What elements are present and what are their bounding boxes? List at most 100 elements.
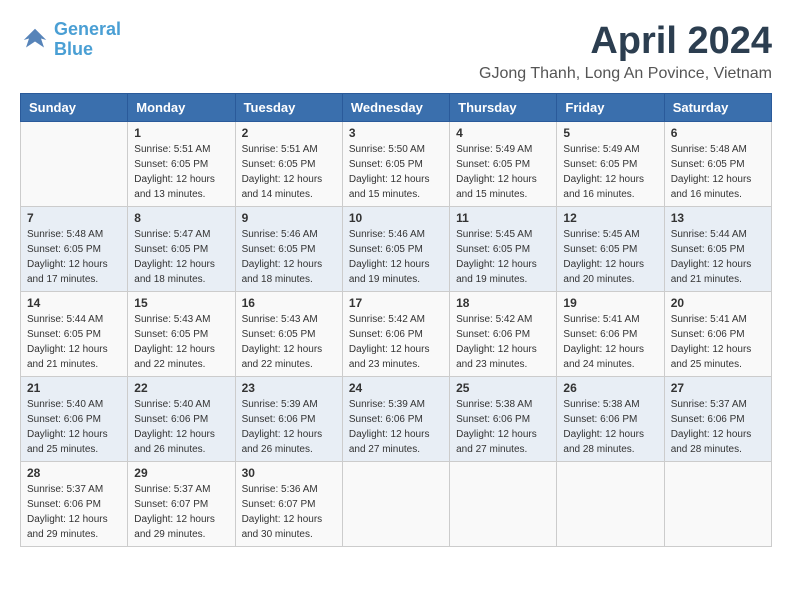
sunrise-text: Sunrise: 5:40 AM xyxy=(27,399,103,410)
sunset-text: Sunset: 6:06 PM xyxy=(242,414,316,425)
day-info: Sunrise: 5:43 AM Sunset: 6:05 PM Dayligh… xyxy=(134,312,228,372)
sunrise-text: Sunrise: 5:44 AM xyxy=(27,314,103,325)
sunset-text: Sunset: 6:05 PM xyxy=(563,159,637,170)
sunrise-text: Sunrise: 5:43 AM xyxy=(242,314,318,325)
day-number: 7 xyxy=(27,211,121,225)
calendar-cell: 22 Sunrise: 5:40 AM Sunset: 6:06 PM Dayl… xyxy=(128,377,235,462)
daylight-text: Daylight: 12 hours and 23 minutes. xyxy=(349,344,430,370)
sunrise-text: Sunrise: 5:48 AM xyxy=(671,144,747,155)
daylight-text: Daylight: 12 hours and 15 minutes. xyxy=(349,174,430,200)
sunrise-text: Sunrise: 5:51 AM xyxy=(134,144,210,155)
sunset-text: Sunset: 6:05 PM xyxy=(671,159,745,170)
calendar-cell: 26 Sunrise: 5:38 AM Sunset: 6:06 PM Dayl… xyxy=(557,377,664,462)
day-number: 28 xyxy=(27,466,121,480)
day-number: 23 xyxy=(242,381,336,395)
sunset-text: Sunset: 6:06 PM xyxy=(563,329,637,340)
sunset-text: Sunset: 6:06 PM xyxy=(27,499,101,510)
daylight-text: Daylight: 12 hours and 29 minutes. xyxy=(134,514,215,540)
calendar-cell: 16 Sunrise: 5:43 AM Sunset: 6:05 PM Dayl… xyxy=(235,292,342,377)
sunrise-text: Sunrise: 5:47 AM xyxy=(134,229,210,240)
day-number: 17 xyxy=(349,296,443,310)
day-number: 6 xyxy=(671,126,765,140)
calendar-cell xyxy=(664,462,771,547)
logo-blue: Blue xyxy=(54,39,93,59)
day-number: 19 xyxy=(563,296,657,310)
day-info: Sunrise: 5:50 AM Sunset: 6:05 PM Dayligh… xyxy=(349,142,443,202)
day-number: 13 xyxy=(671,211,765,225)
sunset-text: Sunset: 6:06 PM xyxy=(671,329,745,340)
day-info: Sunrise: 5:42 AM Sunset: 6:06 PM Dayligh… xyxy=(349,312,443,372)
sunrise-text: Sunrise: 5:41 AM xyxy=(563,314,639,325)
daylight-text: Daylight: 12 hours and 25 minutes. xyxy=(671,344,752,370)
calendar-cell: 3 Sunrise: 5:50 AM Sunset: 6:05 PM Dayli… xyxy=(342,122,449,207)
header-friday: Friday xyxy=(557,94,664,122)
day-info: Sunrise: 5:37 AM Sunset: 6:06 PM Dayligh… xyxy=(27,482,121,542)
day-info: Sunrise: 5:41 AM Sunset: 6:06 PM Dayligh… xyxy=(563,312,657,372)
daylight-text: Daylight: 12 hours and 28 minutes. xyxy=(671,429,752,455)
sunset-text: Sunset: 6:07 PM xyxy=(134,499,208,510)
sunset-text: Sunset: 6:07 PM xyxy=(242,499,316,510)
sunset-text: Sunset: 6:05 PM xyxy=(134,159,208,170)
logo-general: General xyxy=(54,19,121,39)
daylight-text: Daylight: 12 hours and 23 minutes. xyxy=(456,344,537,370)
sunrise-text: Sunrise: 5:45 AM xyxy=(456,229,532,240)
sunset-text: Sunset: 6:05 PM xyxy=(456,159,530,170)
sunrise-text: Sunrise: 5:49 AM xyxy=(456,144,532,155)
calendar-week-row: 1 Sunrise: 5:51 AM Sunset: 6:05 PM Dayli… xyxy=(21,122,772,207)
calendar-cell: 27 Sunrise: 5:37 AM Sunset: 6:06 PM Dayl… xyxy=(664,377,771,462)
logo: General Blue xyxy=(20,20,121,60)
sunrise-text: Sunrise: 5:51 AM xyxy=(242,144,318,155)
calendar-cell: 23 Sunrise: 5:39 AM Sunset: 6:06 PM Dayl… xyxy=(235,377,342,462)
header-thursday: Thursday xyxy=(450,94,557,122)
sunrise-text: Sunrise: 5:39 AM xyxy=(242,399,318,410)
daylight-text: Daylight: 12 hours and 18 minutes. xyxy=(134,259,215,285)
sunrise-text: Sunrise: 5:37 AM xyxy=(134,484,210,495)
calendar-subtitle: GJong Thanh, Long An Povince, Vietnam xyxy=(479,65,772,83)
day-number: 21 xyxy=(27,381,121,395)
sunrise-text: Sunrise: 5:37 AM xyxy=(27,484,103,495)
daylight-text: Daylight: 12 hours and 30 minutes. xyxy=(242,514,323,540)
day-number: 26 xyxy=(563,381,657,395)
sunrise-text: Sunrise: 5:43 AM xyxy=(134,314,210,325)
sunset-text: Sunset: 6:05 PM xyxy=(27,244,101,255)
calendar-cell: 24 Sunrise: 5:39 AM Sunset: 6:06 PM Dayl… xyxy=(342,377,449,462)
day-number: 5 xyxy=(563,126,657,140)
calendar-week-row: 14 Sunrise: 5:44 AM Sunset: 6:05 PM Dayl… xyxy=(21,292,772,377)
calendar-cell: 30 Sunrise: 5:36 AM Sunset: 6:07 PM Dayl… xyxy=(235,462,342,547)
day-info: Sunrise: 5:46 AM Sunset: 6:05 PM Dayligh… xyxy=(349,227,443,287)
calendar-cell: 29 Sunrise: 5:37 AM Sunset: 6:07 PM Dayl… xyxy=(128,462,235,547)
calendar-cell: 13 Sunrise: 5:44 AM Sunset: 6:05 PM Dayl… xyxy=(664,207,771,292)
sunrise-text: Sunrise: 5:42 AM xyxy=(456,314,532,325)
calendar-week-row: 7 Sunrise: 5:48 AM Sunset: 6:05 PM Dayli… xyxy=(21,207,772,292)
sunrise-text: Sunrise: 5:50 AM xyxy=(349,144,425,155)
daylight-text: Daylight: 12 hours and 28 minutes. xyxy=(563,429,644,455)
calendar-cell: 8 Sunrise: 5:47 AM Sunset: 6:05 PM Dayli… xyxy=(128,207,235,292)
sunrise-text: Sunrise: 5:45 AM xyxy=(563,229,639,240)
calendar-cell: 1 Sunrise: 5:51 AM Sunset: 6:05 PM Dayli… xyxy=(128,122,235,207)
daylight-text: Daylight: 12 hours and 17 minutes. xyxy=(27,259,108,285)
calendar-cell: 7 Sunrise: 5:48 AM Sunset: 6:05 PM Dayli… xyxy=(21,207,128,292)
day-number: 4 xyxy=(456,126,550,140)
header-saturday: Saturday xyxy=(664,94,771,122)
calendar-cell: 18 Sunrise: 5:42 AM Sunset: 6:06 PM Dayl… xyxy=(450,292,557,377)
day-number: 12 xyxy=(563,211,657,225)
calendar-cell xyxy=(342,462,449,547)
logo-icon xyxy=(20,25,50,55)
sunrise-text: Sunrise: 5:38 AM xyxy=(456,399,532,410)
day-info: Sunrise: 5:40 AM Sunset: 6:06 PM Dayligh… xyxy=(134,397,228,457)
sunset-text: Sunset: 6:05 PM xyxy=(134,329,208,340)
sunset-text: Sunset: 6:05 PM xyxy=(349,244,423,255)
day-info: Sunrise: 5:41 AM Sunset: 6:06 PM Dayligh… xyxy=(671,312,765,372)
daylight-text: Daylight: 12 hours and 18 minutes. xyxy=(242,259,323,285)
day-info: Sunrise: 5:37 AM Sunset: 6:07 PM Dayligh… xyxy=(134,482,228,542)
daylight-text: Daylight: 12 hours and 27 minutes. xyxy=(456,429,537,455)
calendar-cell: 19 Sunrise: 5:41 AM Sunset: 6:06 PM Dayl… xyxy=(557,292,664,377)
sunrise-text: Sunrise: 5:40 AM xyxy=(134,399,210,410)
day-number: 9 xyxy=(242,211,336,225)
header-monday: Monday xyxy=(128,94,235,122)
sunset-text: Sunset: 6:05 PM xyxy=(456,244,530,255)
day-info: Sunrise: 5:48 AM Sunset: 6:05 PM Dayligh… xyxy=(671,142,765,202)
daylight-text: Daylight: 12 hours and 14 minutes. xyxy=(242,174,323,200)
daylight-text: Daylight: 12 hours and 16 minutes. xyxy=(563,174,644,200)
calendar-cell: 2 Sunrise: 5:51 AM Sunset: 6:05 PM Dayli… xyxy=(235,122,342,207)
